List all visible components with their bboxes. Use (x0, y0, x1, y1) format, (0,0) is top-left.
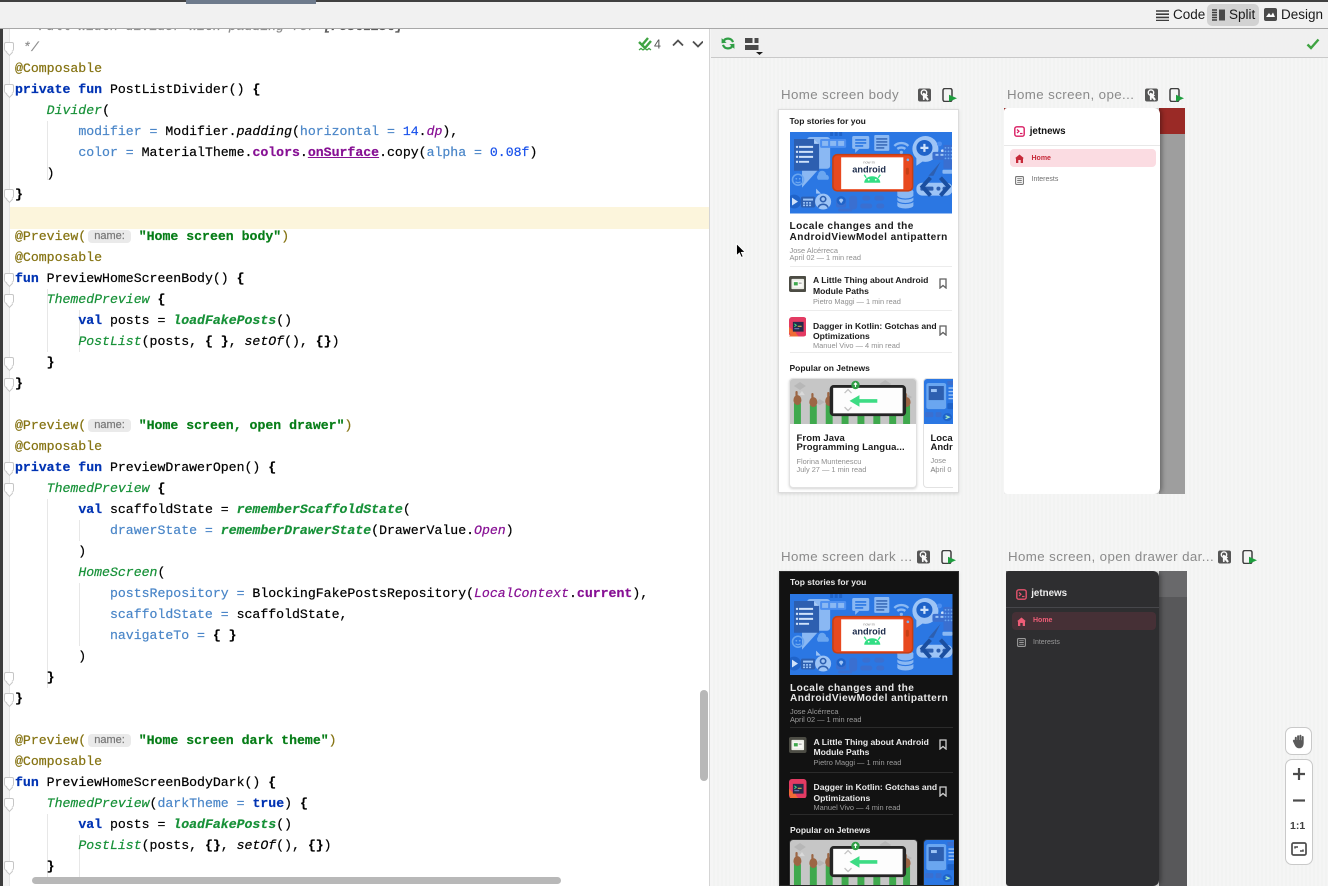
svg-text:4: 4 (654, 38, 661, 52)
svg-text:now in: now in (863, 621, 875, 626)
svg-text:android: android (852, 626, 886, 636)
svg-text:android: android (852, 165, 886, 175)
svg-text:now in: now in (863, 159, 875, 164)
